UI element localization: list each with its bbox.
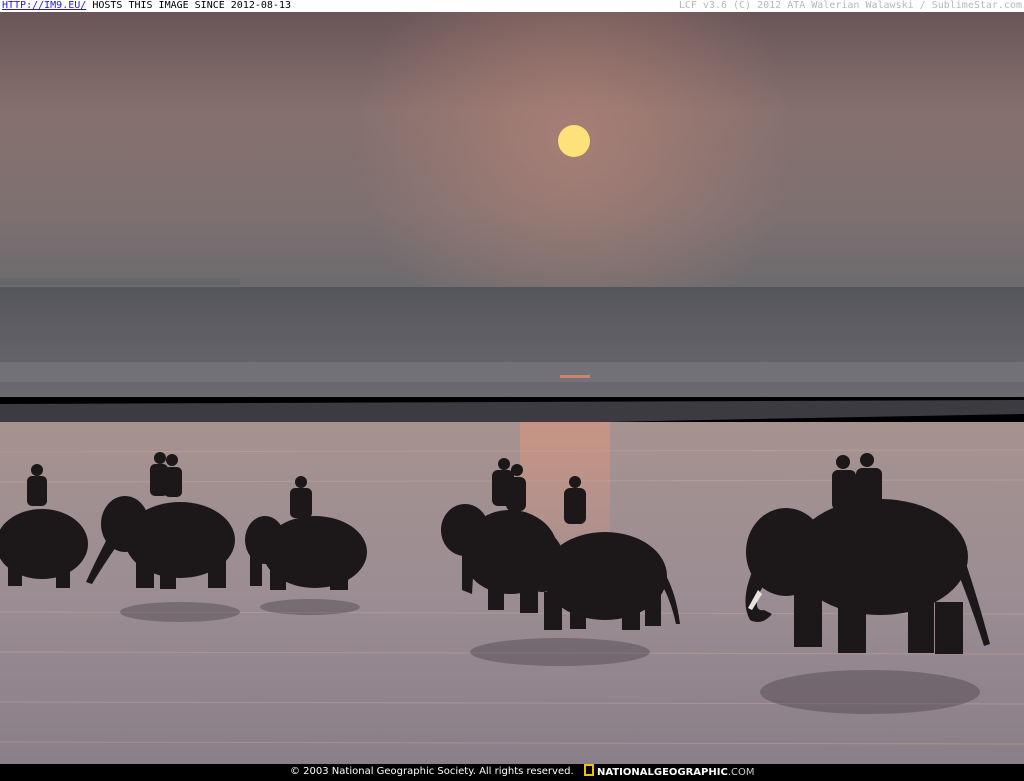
- brand-logo: NATIONALGEOGRAPHIC.COM: [584, 764, 754, 781]
- sun: [558, 125, 590, 157]
- brand-tld: .COM: [727, 767, 755, 778]
- host-link[interactable]: HTTP://IM9.EU/: [2, 0, 86, 11]
- distant-shore: [0, 278, 240, 285]
- copyright-text: © 2003 National Geographic Society. All …: [290, 766, 574, 777]
- credit-text: LCF v3.6 (C) 2012 ATA Walerian Walawski …: [678, 0, 1022, 11]
- host-since-text: HOSTS THIS IMAGE SINCE 2012-08-13: [86, 0, 291, 11]
- host-banner: HTTP://IM9.EU/ HOSTS THIS IMAGE SINCE 20…: [0, 0, 1024, 12]
- sun-glow: [0, 12, 1024, 297]
- sun-glint: [560, 375, 590, 378]
- host-info: HTTP://IM9.EU/ HOSTS THIS IMAGE SINCE 20…: [2, 0, 291, 12]
- sea-shimmer: [0, 362, 1024, 382]
- photo-sunset-elephants: [0, 12, 1024, 764]
- brand-name: NATIONALGEOGRAPHIC: [597, 767, 728, 778]
- photo-credit-bar: © 2003 National Geographic Society. All …: [0, 764, 1024, 780]
- yellow-border-rectangle-icon: [584, 764, 594, 776]
